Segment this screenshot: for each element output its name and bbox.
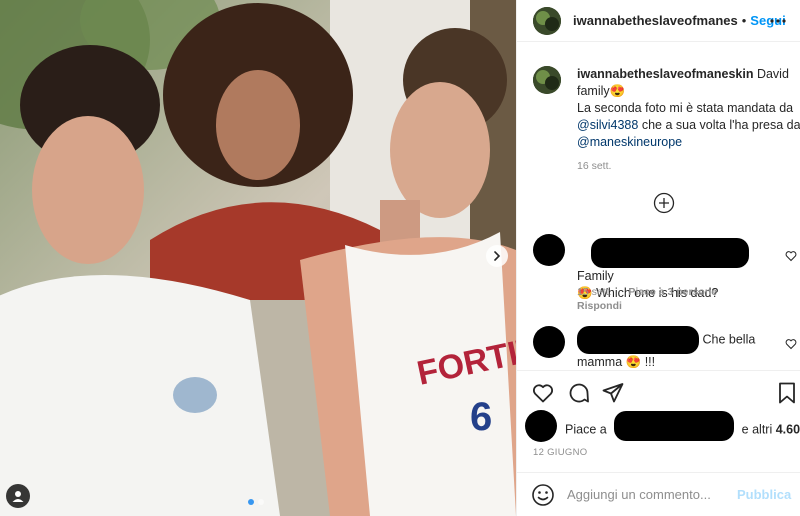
comment-item: Family 😍 Which one is his dad? 15 sett. … <box>533 234 800 314</box>
post-header: iwannabetheslaveofmanes • Segui <box>517 0 800 42</box>
heart-icon[interactable] <box>785 250 797 262</box>
likes-suffix: e altri <box>741 422 773 437</box>
caption-line2: La seconda foto mi è stata mandata da <box>577 101 794 115</box>
heart-icon[interactable] <box>531 381 555 405</box>
more-horizontal-icon[interactable] <box>769 12 787 30</box>
likes-count[interactable]: 4.600 <box>776 422 800 436</box>
post-date[interactable]: 12 GIUGNO <box>533 447 587 458</box>
post-side-panel: iwannabetheslaveofmanes • Segui iwannabe… <box>516 0 800 516</box>
comment-likes-count[interactable]: Piace a 3 persone <box>628 286 717 298</box>
emoji-heart-eyes: 😍 <box>609 84 626 98</box>
likes-text: Piace a e altri 4.600 <box>565 411 800 441</box>
comment-item: Che bella mamma 😍 !!! <box>533 326 800 369</box>
reply-button[interactable]: Rispondi <box>577 300 622 312</box>
carousel-dot <box>258 499 264 505</box>
mention-link[interactable]: @maneskineurope <box>577 135 682 149</box>
redacted-username <box>591 238 749 268</box>
bookmark-icon[interactable] <box>775 381 799 405</box>
likes-summary: Piace a e altri 4.600 <box>525 410 800 442</box>
caption-text: iwannabetheslaveofmaneskin David family😍… <box>577 66 800 151</box>
publish-button[interactable]: Pubblica <box>737 487 791 502</box>
comment-input[interactable] <box>567 487 737 502</box>
plus-circle-icon[interactable] <box>653 192 675 214</box>
comment-avatar[interactable] <box>533 326 565 358</box>
tagged-users-button[interactable] <box>6 484 30 508</box>
header-separator: • <box>741 13 747 28</box>
family-photo-image: FORTITU 6 <box>0 0 516 516</box>
mention-link[interactable]: @silvi4388 <box>577 118 638 132</box>
comment-avatar[interactable] <box>533 234 565 266</box>
carousel-dot-active <box>248 499 254 505</box>
carousel-indicator <box>248 499 264 505</box>
emoji-icon[interactable] <box>531 483 555 507</box>
caption-username[interactable]: iwannabetheslaveofmaneskin <box>577 67 753 81</box>
liker-avatar[interactable] <box>525 410 557 442</box>
redacted-username <box>577 326 699 354</box>
emoji-heart-eyes: 😍 <box>625 355 642 369</box>
comment-icon[interactable] <box>567 381 591 405</box>
comment-suffix: !!! <box>644 355 656 369</box>
comment-text-fragment: Che bella <box>702 332 756 347</box>
post-photo[interactable]: FORTITU 6 <box>0 0 516 516</box>
share-icon[interactable] <box>601 381 625 405</box>
comment-text: Che bella mamma 😍 !!! <box>577 326 787 371</box>
post-action-bar <box>517 370 800 414</box>
avatar-image <box>533 6 561 35</box>
carousel-next-button[interactable] <box>486 245 508 267</box>
heart-icon[interactable] <box>785 338 797 350</box>
avatar[interactable] <box>533 6 561 35</box>
comment-text-fragment: Family <box>577 269 614 283</box>
caption-avatar[interactable] <box>533 66 561 94</box>
header-username[interactable]: iwannabetheslaveofmanes <box>573 13 738 28</box>
avatar-image <box>533 66 561 94</box>
redacted-username <box>614 411 735 441</box>
comment-composer: Pubblica <box>517 472 800 516</box>
comment-body: mamma <box>577 355 623 369</box>
comment-meta: 15 sett. Piace a 3 persone Rispondi <box>577 285 717 313</box>
likes-prefix: Piace a <box>565 422 607 437</box>
comment-timestamp[interactable]: 15 sett. <box>577 286 611 298</box>
caption-line3: che a sua volta l'ha presa da <box>641 118 800 132</box>
user-tag-icon <box>12 491 24 502</box>
svg-text:6: 6 <box>470 395 492 439</box>
chevron-right-icon <box>494 251 501 261</box>
caption-timestamp[interactable]: 16 sett. <box>577 160 611 172</box>
